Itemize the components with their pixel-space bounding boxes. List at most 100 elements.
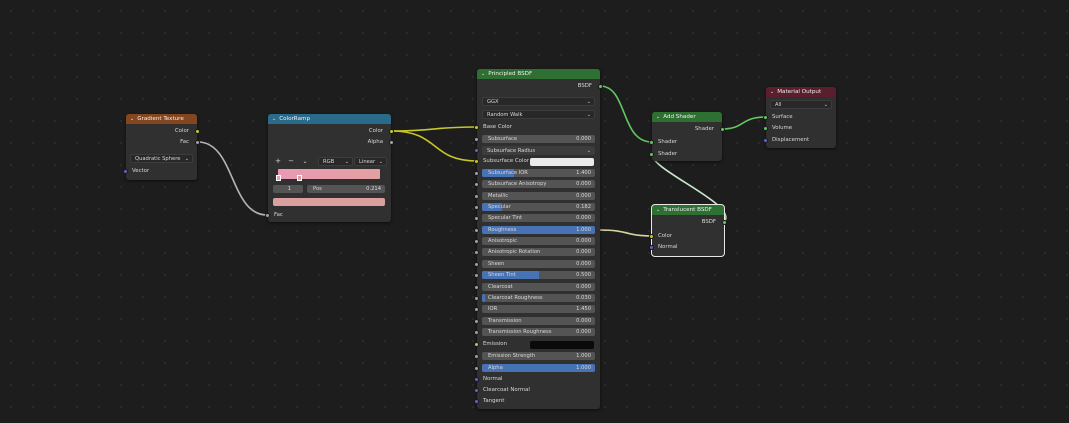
- color-output-socket[interactable]: [389, 129, 394, 134]
- value-field[interactable]: Specular Tint 0.000: [482, 214, 595, 222]
- fac-output-socket[interactable]: [195, 140, 200, 145]
- shader-output-socket[interactable]: [720, 127, 725, 132]
- value-input-socket[interactable]: [474, 250, 479, 255]
- alpha-output-socket[interactable]: [389, 140, 394, 145]
- node-header[interactable]: ⌄ ColorRamp: [268, 114, 391, 124]
- collapse-icon[interactable]: ⌄: [656, 114, 660, 120]
- vector-input-socket[interactable]: [123, 169, 128, 174]
- color-output-socket[interactable]: [195, 129, 200, 134]
- node-header[interactable]: ⌄ Gradient Texture: [126, 114, 197, 124]
- value-input-socket[interactable]: [474, 182, 479, 187]
- node-header[interactable]: ⌄ Principled BSDF: [477, 69, 600, 79]
- volume-input-socket[interactable]: [763, 126, 768, 131]
- subsurface-input-socket[interactable]: [474, 137, 479, 142]
- value-input-socket[interactable]: [474, 307, 479, 312]
- stop-position-field[interactable]: Pos 0.214: [307, 185, 385, 193]
- bsdf-output-socket[interactable]: [598, 84, 603, 89]
- interpolation-dropdown[interactable]: Linear ⌄: [354, 157, 387, 166]
- value-input-socket[interactable]: [474, 273, 479, 278]
- value-field[interactable]: Sheen Tint 0.500: [482, 271, 595, 279]
- value-field[interactable]: Clearcoat Roughness 0.030: [482, 294, 595, 302]
- value-field[interactable]: Transmission 0.000: [482, 317, 595, 325]
- ramp-menu-button[interactable]: ⌄: [300, 157, 310, 166]
- subsurface-method-dropdown[interactable]: Random Walk ⌄: [482, 110, 595, 119]
- principled-bsdf-node[interactable]: ⌄ Principled BSDF BSDF GGX ⌄ Random Walk ⌄ …: [474, 69, 603, 409]
- render-target-dropdown[interactable]: All ⌄: [770, 100, 832, 109]
- value-field[interactable]: Anisotropic Rotation 0.000: [482, 248, 595, 256]
- value-input-socket[interactable]: [474, 262, 479, 267]
- add-stop-button[interactable]: +: [273, 157, 283, 166]
- base-color-input-socket[interactable]: [474, 125, 479, 130]
- translucent-bsdf-node[interactable]: ⌄ Translucent BSDF BSDF Color Normal: [649, 204, 727, 257]
- shader-input-socket-2[interactable]: [649, 152, 654, 157]
- value-field[interactable]: Sheen 0.000: [482, 260, 595, 268]
- subsurface-radius-input-socket[interactable]: [474, 148, 479, 153]
- value-field[interactable]: Subsurface IOR 1.400: [482, 169, 595, 177]
- field-label: Roughness: [488, 227, 517, 233]
- value-input-socket[interactable]: [474, 171, 479, 176]
- emission-strength-input-socket[interactable]: [474, 354, 479, 359]
- value-input-socket[interactable]: [474, 194, 479, 199]
- value-input-socket[interactable]: [474, 205, 479, 210]
- value-field[interactable]: IOR 1.450: [482, 305, 595, 313]
- value-input-socket[interactable]: [474, 285, 479, 290]
- emission-input-socket[interactable]: [474, 342, 479, 347]
- alpha-input-socket[interactable]: [474, 366, 479, 371]
- subsurface-radius-dropdown[interactable]: Subsurface Radius ⌄: [482, 146, 595, 155]
- distribution-dropdown[interactable]: GGX ⌄: [482, 97, 595, 106]
- displacement-input-socket[interactable]: [763, 138, 768, 143]
- node-header[interactable]: ⌄ Material Output: [766, 87, 836, 97]
- collapse-icon[interactable]: ⌄: [130, 116, 134, 122]
- value-field[interactable]: Subsurface Anisotropy 0.000: [482, 180, 595, 188]
- ramp-stop-handle[interactable]: [276, 175, 281, 181]
- add-shader-node[interactable]: ⌄ Add Shader Shader Shader Shader: [649, 112, 725, 161]
- tangent-input-socket[interactable]: [474, 399, 479, 404]
- color-mode-dropdown[interactable]: RGB ⌄: [318, 157, 353, 166]
- subsurface-field[interactable]: Subsurface 0.000: [482, 135, 595, 143]
- value-field[interactable]: Anisotropic 0.000: [482, 237, 595, 245]
- fac-input-socket[interactable]: [265, 213, 270, 218]
- chevron-down-icon: ⌄: [586, 148, 591, 154]
- subsurface-color-swatch[interactable]: [530, 158, 594, 166]
- collapse-icon[interactable]: ⌄: [656, 207, 660, 213]
- output-label: BSDF: [577, 83, 592, 89]
- color-ramp-bar[interactable]: [278, 169, 380, 179]
- node-header[interactable]: ⌄ Translucent BSDF: [652, 205, 724, 215]
- stop-index-field[interactable]: 1: [273, 185, 303, 193]
- collapse-icon[interactable]: ⌄: [272, 116, 276, 122]
- normal-input-socket[interactable]: [649, 245, 654, 250]
- value-input-socket[interactable]: [474, 319, 479, 324]
- value-input-socket[interactable]: [474, 216, 479, 221]
- value-field[interactable]: Roughness 1.000: [482, 226, 595, 234]
- shader-input-socket-1[interactable]: [649, 140, 654, 145]
- collapse-icon[interactable]: ⌄: [770, 89, 774, 95]
- value-input-socket[interactable]: [474, 228, 479, 233]
- gradient-texture-node[interactable]: ⌄ Gradient Texture Color Fac Quadratic Sp…: [123, 114, 200, 180]
- emission-strength-field[interactable]: Emission Strength 1.000: [482, 352, 595, 360]
- dropdown-value: GGX: [487, 99, 499, 105]
- value-field[interactable]: Transmission Roughness 0.000: [482, 328, 595, 336]
- ramp-stop-handle-selected[interactable]: [297, 175, 302, 181]
- value-field[interactable]: Clearcoat 0.000: [482, 283, 595, 291]
- field-label: IOR: [488, 306, 498, 312]
- value-field[interactable]: Metallic 0.000: [482, 192, 595, 200]
- alpha-field[interactable]: Alpha 1.000: [482, 364, 595, 372]
- material-output-node[interactable]: ⌄ Material Output All ⌄ Surface Volume Dis…: [763, 87, 836, 148]
- bsdf-output-socket[interactable]: [722, 220, 727, 225]
- normal-input-socket[interactable]: [474, 377, 479, 382]
- stop-color-swatch[interactable]: [273, 198, 385, 206]
- value-input-socket[interactable]: [474, 296, 479, 301]
- color-input-socket[interactable]: [649, 234, 654, 239]
- value-field[interactable]: Specular 0.182: [482, 203, 595, 211]
- collapse-icon[interactable]: ⌄: [481, 71, 485, 77]
- color-ramp-node[interactable]: ⌄ ColorRamp Color Alpha + − ⌄ RGB ⌄ Linear…: [265, 114, 394, 222]
- clearcoat-normal-input-socket[interactable]: [474, 388, 479, 393]
- remove-stop-button[interactable]: −: [286, 157, 296, 166]
- surface-input-socket[interactable]: [763, 115, 768, 120]
- gradient-type-dropdown[interactable]: Quadratic Sphere ⌄: [130, 154, 193, 163]
- value-input-socket[interactable]: [474, 330, 479, 335]
- emission-color-swatch[interactable]: [530, 341, 594, 349]
- subsurface-color-input-socket[interactable]: [474, 159, 479, 164]
- value-input-socket[interactable]: [474, 239, 479, 244]
- node-header[interactable]: ⌄ Add Shader: [652, 112, 722, 122]
